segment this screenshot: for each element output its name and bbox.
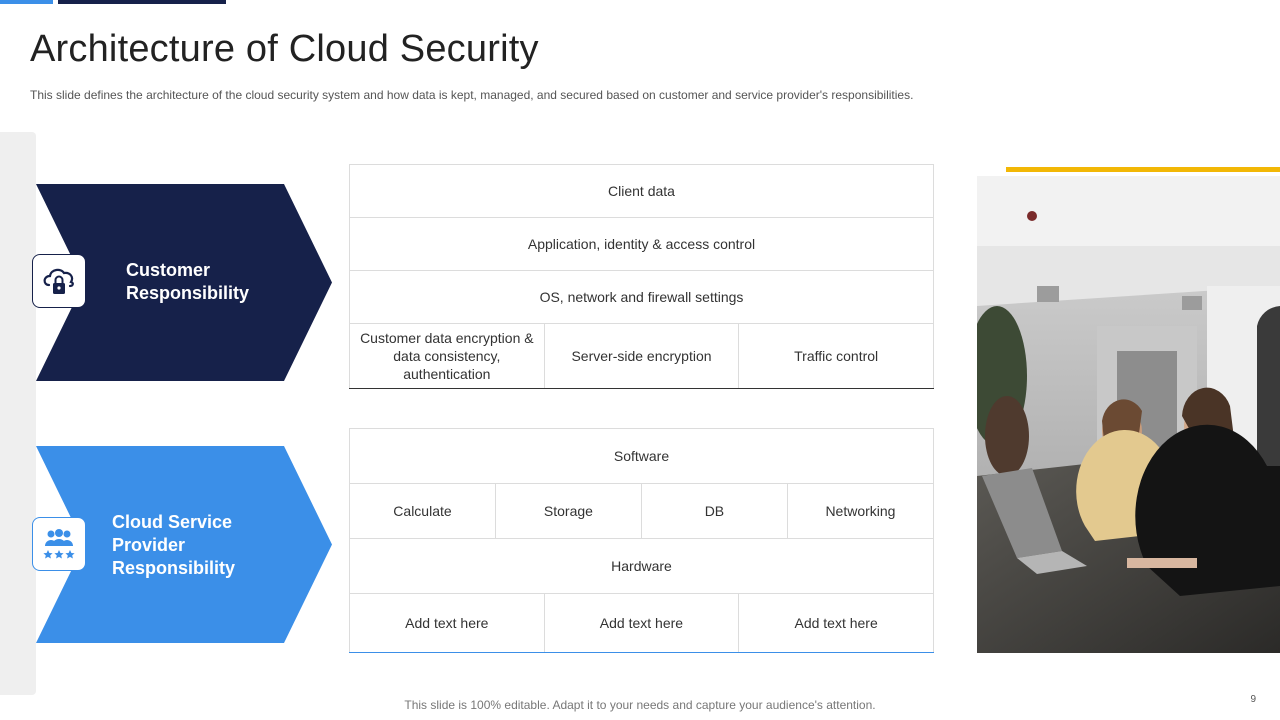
provider-responsibility-label: Cloud Service Provider Responsibility [112, 512, 236, 578]
customer-responsibility-table: Client data Application, identity & acce… [349, 164, 934, 389]
provider-icon-box [32, 517, 86, 571]
page-number: 9 [1250, 694, 1256, 705]
team-stars-icon [43, 529, 75, 559]
customer-responsibility-label: Customer Responsibility [126, 260, 250, 303]
db-cell: DB [640, 483, 788, 539]
hardware-cell: Hardware [349, 538, 934, 594]
top-accent-bar-blue [0, 0, 53, 4]
networking-cell: Networking [786, 483, 935, 539]
access-control-cell: Application, identity & access control [349, 217, 934, 271]
storage-cell: Storage [494, 483, 642, 539]
data-encryption-cell: Customer data encryption & data consiste… [349, 323, 545, 389]
traffic-control-cell: Traffic control [738, 323, 934, 389]
slide-subtitle: This slide defines the architecture of t… [30, 88, 914, 102]
cloud-lock-icon [43, 268, 74, 294]
client-data-cell: Client data [349, 164, 934, 218]
add-text-cell[interactable]: Add text here [349, 593, 545, 653]
photo-accent-bar [1006, 167, 1280, 172]
office-photo [977, 176, 1280, 653]
add-text-cell[interactable]: Add text here [738, 593, 934, 653]
server-encryption-cell: Server-side encryption [543, 323, 740, 389]
slide-title: Architecture of Cloud Security [30, 28, 539, 70]
os-network-cell: OS, network and firewall settings [349, 270, 934, 324]
provider-responsibility-table: Software Calculate Storage DB Networking… [349, 428, 935, 653]
slide-footer: This slide is 100% editable. Adapt it to… [404, 698, 876, 712]
top-accent-bar-navy [58, 0, 226, 4]
customer-icon-box [32, 254, 86, 308]
software-cell: Software [349, 428, 934, 484]
calculate-cell: Calculate [349, 483, 496, 539]
add-text-cell[interactable]: Add text here [543, 593, 740, 653]
side-panel [0, 132, 36, 695]
